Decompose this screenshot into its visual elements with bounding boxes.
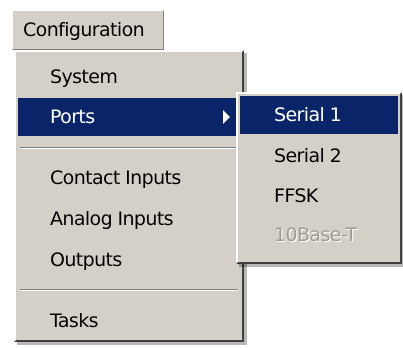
- menu-item-system[interactable]: System: [18, 58, 240, 96]
- submenu-item-serial-2[interactable]: Serial 2: [240, 137, 398, 175]
- submenu-item-serial-1-label: Serial 1: [274, 104, 342, 126]
- configuration-menu[interactable]: Configuration: [12, 10, 164, 50]
- menu-item-system-label: System: [50, 66, 118, 88]
- menu-item-analog-inputs[interactable]: Analog Inputs: [18, 200, 240, 238]
- submenu-item-serial-1[interactable]: Serial 1: [240, 96, 398, 134]
- configuration-menu-label: Configuration: [23, 19, 145, 41]
- menu-item-tasks[interactable]: Tasks: [18, 302, 240, 340]
- menu-separator: [20, 289, 238, 291]
- menu-separator: [20, 147, 238, 149]
- submenu-item-10base-t-label: 10Base-T: [274, 224, 357, 246]
- menu-item-tasks-label: Tasks: [50, 310, 99, 332]
- configuration-dropdown: System Ports Contact Inputs Analog Input…: [14, 50, 244, 342]
- ports-submenu: Serial 1 Serial 2 FFSK 10Base-T: [236, 92, 402, 264]
- menu-item-outputs[interactable]: Outputs: [18, 241, 240, 279]
- menu-item-ports-label: Ports: [50, 106, 95, 128]
- submenu-item-ffsk-label: FFSK: [274, 185, 318, 207]
- submenu-arrow-icon: [223, 110, 230, 124]
- menu-item-ports[interactable]: Ports: [18, 98, 240, 136]
- menu-item-contact-inputs[interactable]: Contact Inputs: [18, 159, 240, 197]
- submenu-item-serial-2-label: Serial 2: [274, 145, 342, 167]
- submenu-item-ffsk[interactable]: FFSK: [240, 177, 398, 215]
- menu-item-analog-inputs-label: Analog Inputs: [50, 208, 174, 230]
- menu-item-outputs-label: Outputs: [50, 249, 122, 271]
- submenu-item-10base-t: 10Base-T: [240, 216, 398, 254]
- menu-item-contact-inputs-label: Contact Inputs: [50, 167, 181, 189]
